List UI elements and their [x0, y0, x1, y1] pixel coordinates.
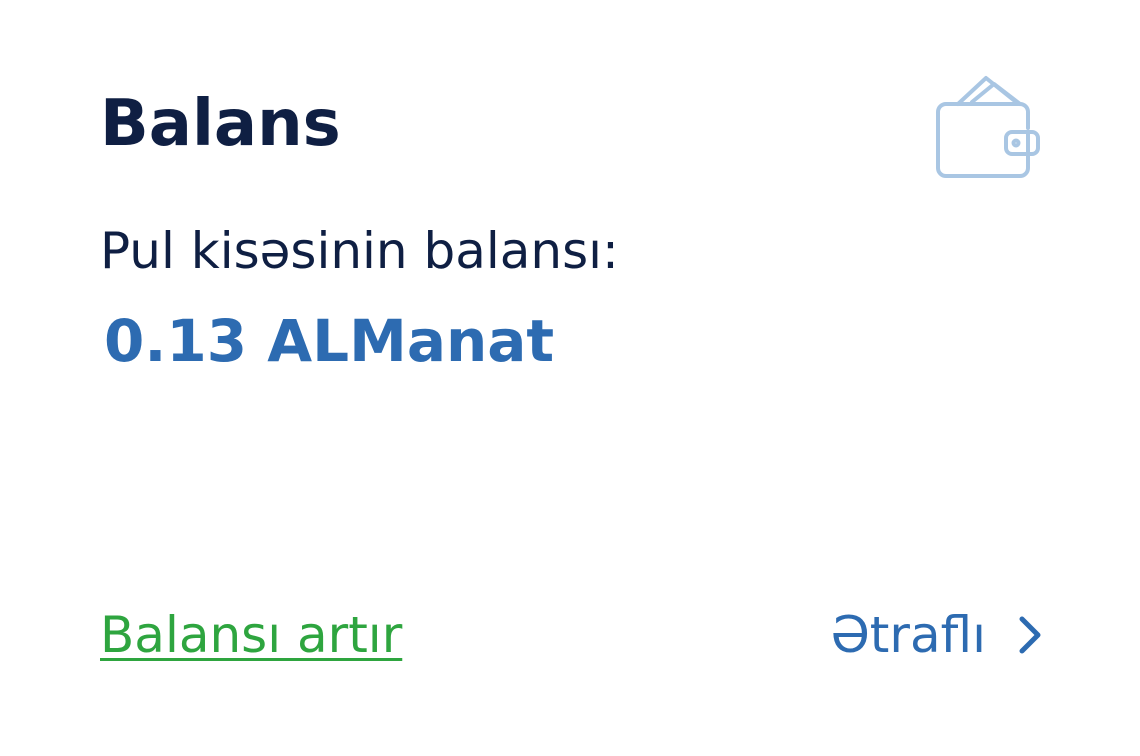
- wallet-icon: [936, 76, 1040, 178]
- topup-balance-link[interactable]: Balansı artır: [100, 610, 402, 660]
- details-link-label: Ətraflı: [830, 606, 986, 664]
- details-link[interactable]: Ətraflı: [830, 610, 1044, 660]
- chevron-right-icon: [1019, 616, 1041, 654]
- balance-card: Balans Pul kisəsinin balansı: 0.13 ALMan…: [0, 0, 1140, 756]
- card-title: Balans: [100, 87, 341, 161]
- wallet-balance-label: Pul kisəsinin balansı:: [100, 222, 619, 280]
- wallet-balance-amount: 0.13 ALManat: [104, 307, 555, 375]
